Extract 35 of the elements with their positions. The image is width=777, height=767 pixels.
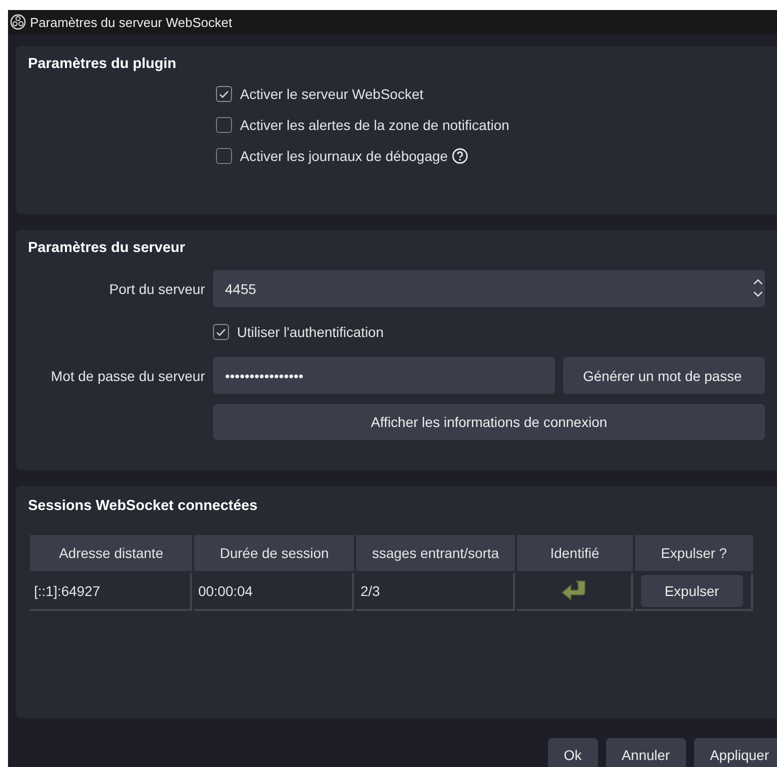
checkbox-label[interactable]: Activer les alertes de la zone de notification	[240, 117, 510, 133]
table-cell: 2/3	[356, 573, 515, 611]
help-icon[interactable]	[452, 148, 468, 164]
checkbox[interactable]	[216, 148, 232, 164]
table-cell: [::1]:64927	[30, 573, 192, 611]
check-icon	[215, 326, 227, 338]
section-title: Sessions WebSocket connectées	[28, 498, 258, 514]
checkbox-label[interactable]: Activer le serveur WebSocket	[240, 86, 424, 102]
check-icon	[218, 88, 230, 100]
password-label: Mot de passe du serveur	[50, 368, 205, 384]
kick-button[interactable]: Expulser	[640, 575, 743, 607]
column-header[interactable]: ssages entrant/sorta	[356, 535, 515, 571]
column-header[interactable]: Expulser ?	[634, 535, 753, 571]
dialog-button[interactable]: Appliquer	[694, 738, 777, 767]
generate-password-button[interactable]: Générer un mot de passe	[563, 357, 765, 394]
section-title: Paramètres du serveur	[28, 240, 186, 256]
logo-icon	[10, 14, 26, 30]
column-header[interactable]: Adresse distante	[30, 535, 192, 571]
show-connection-info-button[interactable]: Afficher les informations de connexion	[213, 404, 765, 440]
checkbox-label[interactable]: Activer les journaux de débogage	[240, 148, 448, 164]
password-field[interactable]: ••••••••••••••••	[213, 357, 555, 394]
dialog-button[interactable]: Annuler	[606, 738, 686, 767]
checkbox[interactable]	[216, 86, 232, 102]
checkbox-label[interactable]: Utiliser l'authentification	[237, 324, 384, 340]
spinner-icon[interactable]	[753, 277, 763, 299]
column-header[interactable]: Identifié	[516, 535, 633, 571]
table-cell: 00:00:04	[194, 573, 354, 611]
checkbox[interactable]	[213, 324, 229, 340]
section-title: Paramètres du plugin	[28, 56, 178, 72]
port-label: Port du serveur	[108, 280, 205, 296]
window-title: Paramètres du serveur WebSocket	[30, 14, 232, 30]
port-field[interactable]: 4455	[213, 270, 765, 307]
dialog-button[interactable]: Ok	[548, 738, 598, 767]
column-header[interactable]: Durée de session	[194, 535, 354, 571]
checkbox[interactable]	[216, 117, 232, 133]
